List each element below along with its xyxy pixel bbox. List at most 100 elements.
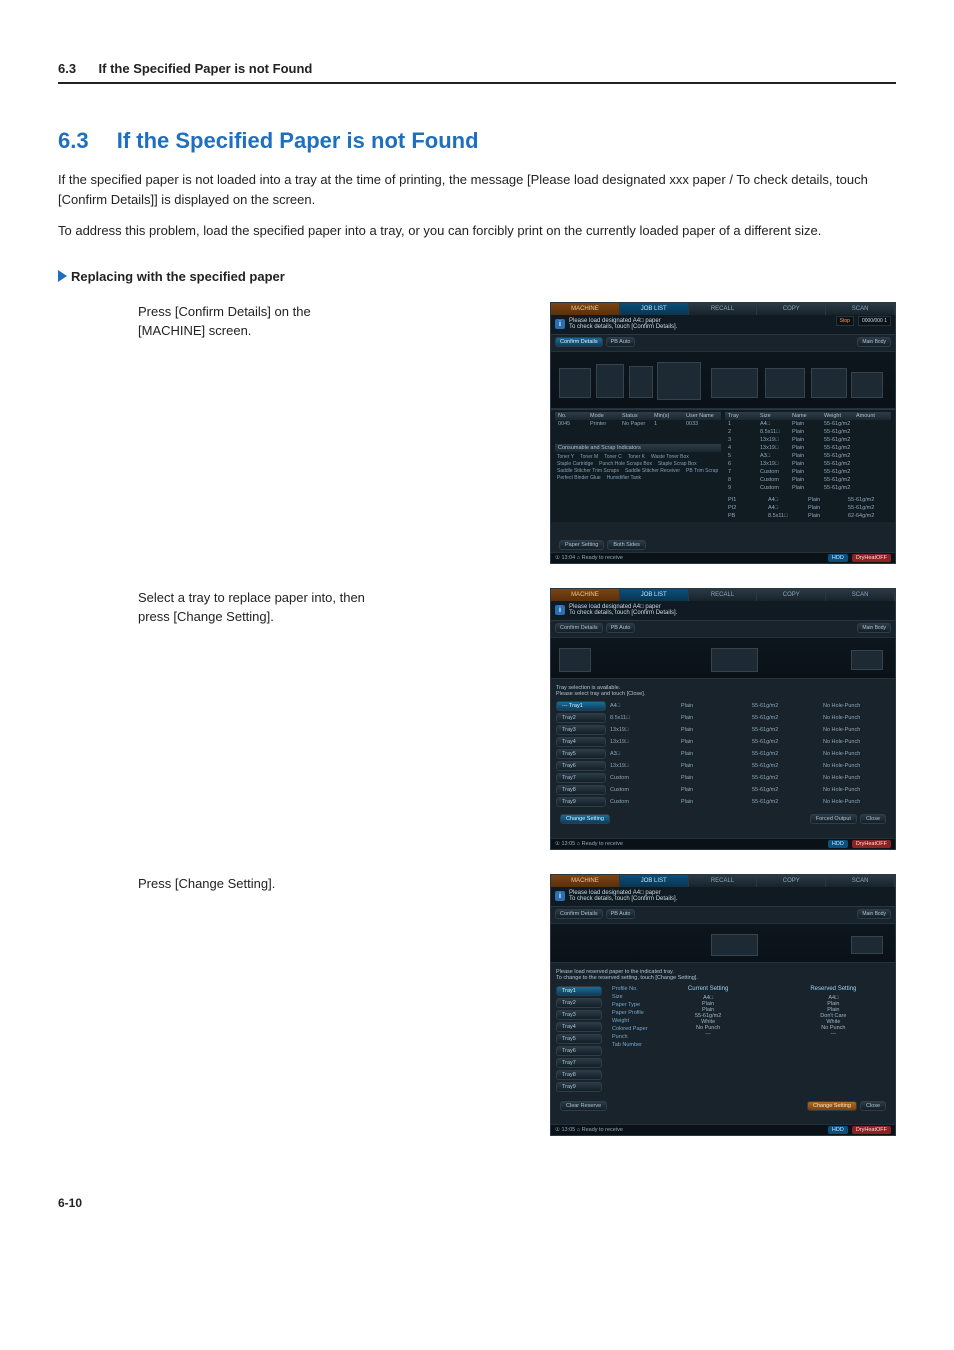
paper-tray-row: 313x19□Plain55-61g/m2 — [725, 436, 891, 444]
tray-button[interactable]: Tray7 — [556, 773, 606, 783]
mainbody-label: Main Body — [857, 337, 891, 347]
current-value: --- — [651, 1031, 764, 1037]
tray-button[interactable]: Tray8 — [556, 785, 606, 795]
tray-button[interactable]: Tray9 — [556, 1082, 602, 1092]
tab-joblist[interactable]: JOB LIST — [620, 589, 689, 601]
tray-row: --- Tray1A4□Plain55-61g/m2No Hole-Punch — [556, 701, 890, 711]
paper-tray-row: 8CustomPlain55-61g/m2 — [725, 476, 891, 484]
screen-tabs: MACHINE JOB LIST RECALL COPY SCAN — [551, 875, 895, 887]
tab-recall[interactable]: RECALL — [689, 303, 758, 315]
step-1-text: Press [Confirm Details] on the [MACHINE]… — [58, 302, 370, 341]
dryheat-indicator: DryHeatOFF — [852, 840, 891, 848]
tray-button[interactable]: Tray6 — [556, 761, 606, 771]
paper-tray-row: 613x19□Plain55-61g/m2 — [725, 460, 891, 468]
tray-button[interactable]: Tray5 — [556, 749, 606, 759]
tab-recall[interactable]: RECALL — [689, 589, 758, 601]
paper-setting-button[interactable]: Paper Setting — [559, 540, 604, 550]
header-section-number: 6.3 — [58, 61, 76, 76]
tray-row: Tray28.5x11□Plain55-61g/m2No Hole-Punch — [556, 713, 890, 723]
step-2: Select a tray to replace paper into, the… — [58, 588, 896, 850]
tray-button[interactable]: Tray8 — [556, 1070, 602, 1080]
section-title-text: If the Specified Paper is not Found — [117, 128, 479, 153]
tray-button[interactable]: Tray4 — [556, 1022, 602, 1032]
pb-auto-pill[interactable]: PB Auto — [606, 623, 636, 633]
reserved-row[interactable]: 0045 Printer No Paper 1 0033 — [555, 420, 721, 428]
paper-tray-row: 413x19□Plain55-61g/m2 — [725, 444, 891, 452]
machine-screen-3: MACHINE JOB LIST RECALL COPY SCAN i Plea… — [550, 874, 896, 1136]
footer-time: ① 13:05 ⌂ Ready to receive — [555, 1127, 623, 1133]
tab-machine[interactable]: MACHINE — [551, 589, 620, 601]
tray-row: Tray613x19□Plain55-61g/m2No Hole-Punch — [556, 761, 890, 771]
page-header: 6.3 If the Specified Paper is not Found — [58, 60, 896, 84]
section-heading: 6.3 If the Specified Paper is not Found — [58, 128, 896, 154]
tab-scan[interactable]: SCAN — [826, 875, 895, 887]
tab-machine[interactable]: MACHINE — [551, 875, 620, 887]
pb-auto-pill[interactable]: PB Auto — [606, 909, 636, 919]
confirm-details-button[interactable]: Confirm Details — [555, 623, 603, 633]
tray-button[interactable]: Tray2 — [556, 713, 606, 723]
footer-time: ① 13:04 ⌂ Ready to receive — [555, 555, 623, 561]
paper-tray-row: 1A4□Plain55-61g/m2 — [725, 420, 891, 428]
machine-diagram — [551, 923, 895, 963]
both-sides-button[interactable]: Both Sides — [607, 540, 646, 550]
step-2-screenshot: MACHINE JOB LIST RECALL COPY SCAN i Plea… — [550, 588, 896, 850]
tray-row: Tray7CustomPlain55-61g/m2No Hole-Punch — [556, 773, 890, 783]
tab-copy[interactable]: COPY — [757, 589, 826, 601]
hdd-indicator: HDD — [828, 1126, 848, 1134]
setting-label: Punch — [612, 1034, 647, 1040]
mainbody-label: Main Body — [857, 623, 891, 633]
setting-label: Paper Type — [612, 1002, 647, 1008]
step-1: Press [Confirm Details] on the [MACHINE]… — [58, 302, 896, 564]
hdd-indicator: HDD — [828, 840, 848, 848]
tray-button[interactable]: Tray9 — [556, 797, 606, 807]
tab-machine[interactable]: MACHINE — [551, 303, 620, 315]
tab-joblist[interactable]: JOB LIST — [620, 303, 689, 315]
header-section-title: If the Specified Paper is not Found — [99, 61, 313, 76]
paper-tray-row: 28.5x11□Plain55-61g/m2 — [725, 428, 891, 436]
confirm-details-button[interactable]: Confirm Details — [555, 337, 603, 347]
tray-button[interactable]: Tray5 — [556, 1034, 602, 1044]
tray-button[interactable]: Tray6 — [556, 1046, 602, 1056]
machine-screen-2: MACHINE JOB LIST RECALL COPY SCAN i Plea… — [550, 588, 896, 850]
pi-tray-row: PI1A4□Plain55-61g/m2 — [725, 496, 891, 504]
tray-button[interactable]: Tray4 — [556, 737, 606, 747]
tab-scan[interactable]: SCAN — [826, 589, 895, 601]
section-paragraph-1: If the specified paper is not loaded int… — [58, 170, 896, 209]
machine-diagram — [551, 351, 895, 409]
section-number: 6.3 — [58, 128, 89, 153]
clear-reserve-button[interactable]: Clear Reserve — [560, 1101, 607, 1111]
change-setting-button[interactable]: Change Setting — [560, 814, 610, 824]
tray-row: Tray5A3□Plain55-61g/m2No Hole-Punch — [556, 749, 890, 759]
tray-button[interactable]: Tray3 — [556, 725, 606, 735]
step-3-text: Press [Change Setting]. — [58, 874, 370, 894]
close-button[interactable]: Close — [860, 1101, 886, 1111]
tray-row: Tray413x19□Plain55-61g/m2No Hole-Punch — [556, 737, 890, 747]
forced-output-button[interactable]: Forced Output — [810, 814, 857, 824]
pb-auto-pill[interactable]: PB Auto — [606, 337, 636, 347]
tab-joblist[interactable]: JOB LIST — [620, 875, 689, 887]
subheading-text: Replacing with the specified paper — [71, 269, 285, 284]
tray-button[interactable]: Tray1 — [556, 986, 602, 996]
step-3: Press [Change Setting]. MACHINE JOB LIST… — [58, 874, 896, 1136]
setting-label: Tab Number — [612, 1042, 647, 1048]
status-code: 0000/000 1 — [858, 316, 891, 326]
change-setting-button[interactable]: Change Setting — [807, 1101, 857, 1111]
tab-copy[interactable]: COPY — [757, 303, 826, 315]
info-bar: i Please load designated A4□ paper To ch… — [551, 887, 895, 907]
tab-scan[interactable]: SCAN — [826, 303, 895, 315]
tray-button[interactable]: Tray7 — [556, 1058, 602, 1068]
tab-copy[interactable]: COPY — [757, 875, 826, 887]
screen-tabs: MACHINE JOB LIST RECALL COPY SCAN — [551, 303, 895, 315]
tray-button[interactable]: Tray3 — [556, 1010, 602, 1020]
confirm-details-button[interactable]: Confirm Details — [555, 909, 603, 919]
step-2-text: Select a tray to replace paper into, the… — [58, 588, 370, 627]
machine-screen-1: MACHINE JOB LIST RECALL COPY SCAN i Plea… — [550, 302, 896, 564]
hdd-indicator: HDD — [828, 554, 848, 562]
tray-select-note: Tray selection is available. Please sele… — [556, 685, 890, 698]
tab-recall[interactable]: RECALL — [689, 875, 758, 887]
tray-button[interactable]: Tray2 — [556, 998, 602, 1008]
tray-button[interactable]: --- Tray1 — [556, 701, 606, 711]
screen-footer: ① 13:04 ⌂ Ready to receive HDD DryHeatOF… — [551, 552, 895, 563]
close-button[interactable]: Close — [860, 814, 886, 824]
screen-footer: ① 13:05 ⌂ Ready to receive HDD DryHeatOF… — [551, 838, 895, 849]
